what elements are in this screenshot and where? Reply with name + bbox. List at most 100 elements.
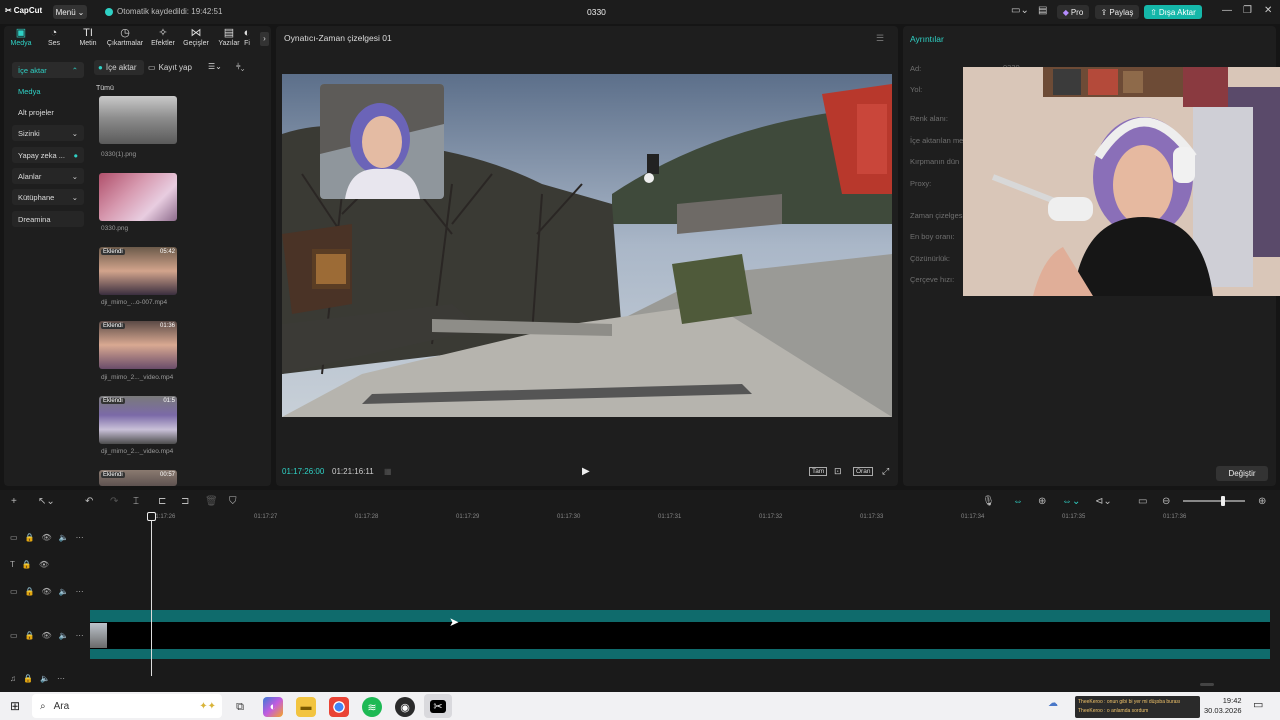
copilot-icon[interactable]: ◐	[263, 697, 283, 717]
teal-clip-top[interactable]	[90, 610, 1270, 622]
lock-icon[interactable]: 🔒	[23, 674, 33, 683]
nav-spaces[interactable]: Alanlar ⌄	[12, 168, 84, 184]
taskbar-clock[interactable]: 19:42 30.03.2026	[1204, 696, 1242, 716]
media-thumbnail[interactable]	[99, 96, 177, 144]
scrollbar[interactable]	[1200, 683, 1214, 686]
play-icon[interactable]: ▶	[582, 466, 590, 477]
nav-ai[interactable]: Yapay zeka ... ●	[12, 147, 84, 163]
playhead[interactable]	[151, 512, 152, 676]
nav-library[interactable]: Kütüphane ⌄	[12, 189, 84, 205]
spotify-icon[interactable]: ≋	[362, 697, 382, 717]
sort-icon[interactable]: ☰⌄	[208, 62, 222, 71]
layout-icon[interactable]: ▭⌄	[1011, 5, 1029, 16]
select-icon[interactable]: ↖⌄	[38, 496, 55, 507]
task-view-icon[interactable]: ⧉	[230, 697, 250, 717]
shortcuts-icon[interactable]: ▤	[1038, 5, 1047, 16]
tab-audio[interactable]: ◔ Ses	[37, 27, 71, 49]
ratio-button[interactable]: Oran	[853, 467, 874, 476]
webcam-overlay[interactable]	[320, 84, 444, 199]
audio-icon[interactable]: 🔈	[59, 631, 69, 640]
link-icon[interactable]: ⇔	[1013, 496, 1023, 507]
filter-icon[interactable]: ⫩⌄	[236, 62, 244, 72]
taskbar-search[interactable]: ⌕ Ara ✦✦	[32, 694, 222, 718]
lock-icon[interactable]: 🔒	[25, 631, 35, 640]
undo-icon[interactable]: ↶	[85, 496, 93, 507]
snap-icon[interactable]: ⊕	[1038, 496, 1046, 507]
trim-right-icon[interactable]: ⊐	[181, 496, 189, 507]
media-thumbnail[interactable]	[99, 173, 177, 221]
tab-effects[interactable]: ✧ Efektler	[146, 27, 180, 49]
media-thumbnail[interactable]: Eklendi 01:5	[99, 396, 177, 444]
tab-transitions[interactable]: ⋈ Geçişler	[179, 27, 213, 49]
camera-icon: ▭	[148, 63, 156, 72]
eye-icon[interactable]: 👁	[39, 560, 49, 569]
more-icon[interactable]: ⋯	[76, 631, 84, 640]
lock-icon[interactable]: 🔒	[25, 533, 35, 542]
more-icon[interactable]: ⋯	[76, 587, 84, 596]
file-explorer-icon[interactable]: ▬	[296, 697, 316, 717]
media-thumbnail[interactable]: Eklendi 00:57	[99, 470, 177, 486]
chrome-icon[interactable]	[329, 697, 349, 717]
delete-icon[interactable]: 🗑	[205, 496, 218, 507]
notification-icon[interactable]: ▭	[1253, 698, 1263, 711]
tab-stickers[interactable]: ◷ Çıkartmalar	[107, 27, 143, 49]
trim-left-icon[interactable]: ⊏	[158, 496, 166, 507]
windows-start-icon[interactable]: ⊞	[10, 699, 20, 713]
zoom-slider-handle[interactable]	[1221, 496, 1225, 506]
add-icon[interactable]: +	[11, 496, 17, 507]
nav-media[interactable]: Medya	[12, 83, 84, 99]
obs-icon[interactable]: ◉	[395, 697, 415, 717]
menu-button[interactable]: Menü ⌄	[53, 5, 87, 19]
split-icon[interactable]: ⌶	[133, 496, 139, 507]
audio-icon[interactable]: 🔈	[59, 533, 69, 542]
caption-icon[interactable]: ▭	[1138, 496, 1147, 507]
preview-axis-icon[interactable]: ⊲⌄	[1095, 496, 1112, 507]
capcut-taskbar-icon[interactable]: ✂	[424, 694, 452, 718]
more-icon[interactable]: ⋯	[76, 533, 84, 542]
nav-import[interactable]: İçe aktar ⌃	[12, 62, 84, 78]
nav-dreamina[interactable]: Dreamina	[12, 211, 84, 227]
tab-media[interactable]: ▣ Medya	[4, 27, 38, 49]
video-preview[interactable]	[282, 74, 892, 417]
chevron-right-icon[interactable]: ›	[260, 32, 269, 46]
lock-icon[interactable]: 🔒	[22, 560, 32, 569]
maximize-icon[interactable]: ❐	[1243, 5, 1252, 16]
share-button[interactable]: ⇪ Paylaş	[1095, 5, 1139, 19]
playhead-handle[interactable]	[147, 512, 156, 521]
eye-icon[interactable]: 👁	[42, 631, 52, 640]
menu-icon[interactable]: ☰	[876, 33, 884, 44]
close-icon[interactable]: ✕	[1264, 5, 1272, 16]
zoom-out-icon[interactable]: ⊖	[1162, 496, 1170, 507]
tab-filters[interactable]: ◐ Fi	[240, 27, 254, 49]
fullscreen-icon[interactable]: ⤢	[882, 466, 889, 477]
redo-icon[interactable]: ↷	[110, 496, 118, 507]
record-button[interactable]: ▭ Kayıt yap	[148, 60, 196, 75]
nav-yours[interactable]: Sizinki ⌄	[12, 125, 84, 141]
lock-icon[interactable]: 🔒	[25, 587, 35, 596]
media-thumbnail[interactable]: Eklendi 01:36	[99, 321, 177, 369]
weather-icon[interactable]: ☁	[1048, 698, 1058, 709]
more-icon[interactable]: ⋯	[57, 674, 65, 683]
minimize-icon[interactable]: —	[1222, 5, 1232, 16]
nav-subprojects[interactable]: Alt projeler	[12, 104, 84, 120]
change-button[interactable]: Değiştir	[1216, 466, 1268, 481]
audio-icon[interactable]: 🔈	[40, 674, 50, 683]
magnet-icon[interactable]: ⇔⌄	[1062, 496, 1080, 507]
microphone-icon[interactable]: 🎙	[982, 496, 995, 507]
pro-button[interactable]: ◆ Pro	[1057, 5, 1089, 19]
zoom-slider[interactable]	[1183, 500, 1245, 502]
crop-icon[interactable]: ⊡	[834, 466, 842, 477]
full-quality-button[interactable]: Tam	[809, 467, 828, 476]
marker-icon[interactable]: ⛉	[229, 496, 237, 507]
tab-text[interactable]: TI Metin	[71, 27, 105, 49]
audio-icon[interactable]: 🔈	[59, 587, 69, 596]
import-button[interactable]: ● İçe aktar	[94, 60, 144, 75]
media-thumbnail[interactable]: Eklendi 05:42	[99, 247, 177, 295]
grid-icon[interactable]: ▦	[384, 467, 392, 476]
eye-icon[interactable]: 👁	[42, 587, 52, 596]
export-button[interactable]: ⇧ Dışa Aktar	[1144, 5, 1202, 19]
video-clip[interactable]	[90, 622, 1270, 649]
zoom-in-icon[interactable]: ⊕	[1258, 496, 1266, 507]
teal-clip-bottom[interactable]	[90, 649, 1270, 659]
eye-icon[interactable]: 👁	[42, 533, 52, 542]
